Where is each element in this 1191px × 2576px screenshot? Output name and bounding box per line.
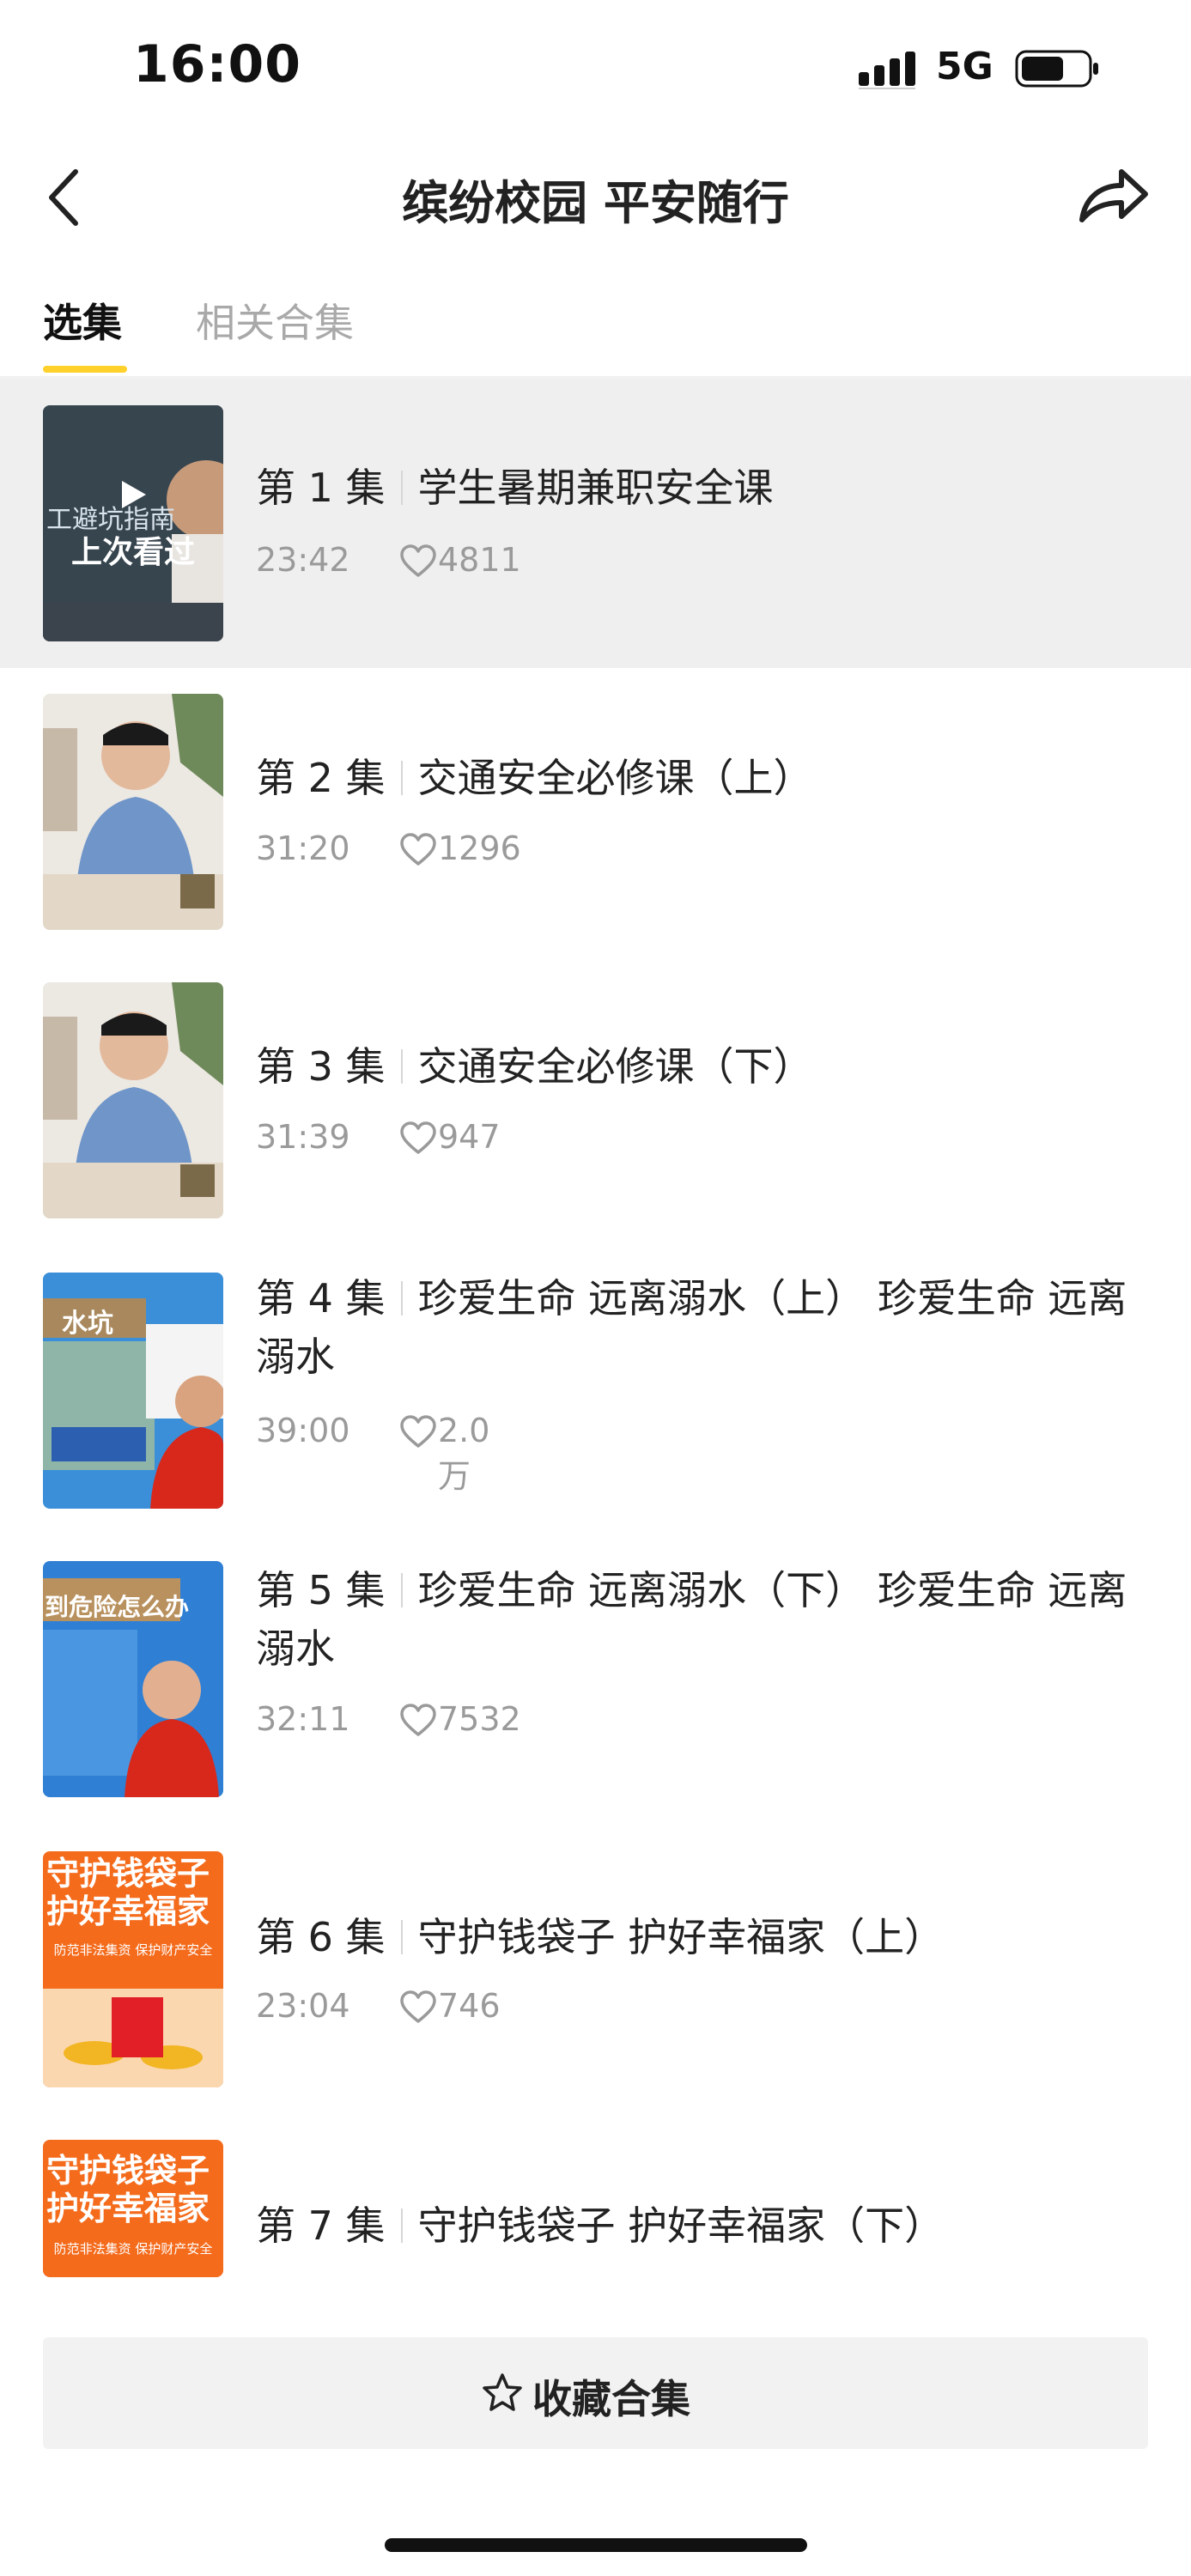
thumbnail-subcaption: 防范非法集资 保护财产安全 [53, 2241, 213, 2257]
nav-header: 缤纷校园 平安随行 [0, 146, 1191, 240]
episode-name: 学生暑期兼职安全课 [417, 465, 774, 511]
episode-number: 第 4 集 [256, 1275, 386, 1321]
separator [400, 1281, 403, 1315]
thumbnail-caption: 水坑 [62, 1309, 113, 1339]
duration: 32:11 [256, 1700, 350, 1738]
episode-number: 第 2 集 [256, 755, 386, 801]
separator [400, 1920, 403, 1954]
episode-number: 第 3 集 [256, 1043, 386, 1090]
share-icon[interactable] [1073, 161, 1151, 230]
episode-item[interactable]: 工避坑指南 上次看过 第 1 集学生暑期兼职安全课 23:42 4811 [0, 380, 1191, 668]
episode-number: 第 6 集 [256, 1914, 386, 1960]
favorite-collection-button[interactable]: 收藏合集 [43, 2337, 1148, 2449]
like-count: 746 [438, 1987, 501, 2025]
episode-number: 第 5 集 [256, 1567, 386, 1613]
episode-title: 第 6 集守护钱袋子 护好幸福家（上） [256, 1908, 1149, 1966]
tab-indicator [43, 366, 127, 373]
heart-icon[interactable] [400, 544, 436, 579]
episode-name: 交通安全必修课（下） [417, 1043, 813, 1090]
episode-item[interactable]: 第 3 集交通安全必修课（下） 31:39 947 [0, 957, 1191, 1245]
duration: 23:04 [256, 1987, 350, 2025]
like-count: 4811 [438, 541, 521, 579]
heart-icon[interactable] [400, 833, 436, 867]
tab-related-collections[interactable]: 相关合集 [196, 292, 354, 349]
status-time: 16:00 [133, 34, 301, 94]
episode-title: 第 7 集守护钱袋子 护好幸福家（下） [256, 2196, 1149, 2255]
home-indicator[interactable] [385, 2538, 807, 2552]
like-count: 2.0万 [438, 1412, 490, 1495]
episode-thumbnail: 守护钱袋子 护好幸福家 防范非法集资 保护财产安全 [43, 2140, 223, 2277]
heart-icon[interactable] [400, 1704, 436, 1738]
duration: 39:00 [256, 1412, 350, 1449]
episode-item[interactable]: 第 2 集交通安全必修课（上） 31:20 1296 [0, 668, 1191, 957]
episode-item[interactable]: 守护钱袋子 护好幸福家 防范非法集资 保护财产安全 第 7 集守护钱袋子 护好幸… [0, 2114, 1191, 2286]
episode-thumbnail: 水坑 [43, 1273, 223, 1509]
like-count: 947 [438, 1118, 501, 1156]
page-title: 缤纷校园 平安随行 [402, 176, 789, 230]
episode-thumbnail [43, 694, 223, 930]
heart-icon[interactable] [400, 1990, 436, 2025]
thumbnail-caption: 到危险怎么办 [45, 1593, 190, 1621]
episode-thumbnail [43, 982, 223, 1218]
episode-item[interactable]: 水坑 第 4 集珍爱生命 远离溺水（上） 珍爱生命 远离溺水 39:00 2.0… [0, 1245, 1191, 1537]
episode-number: 第 1 集 [256, 465, 386, 511]
episode-title: 第 4 集珍爱生命 远离溺水（上） 珍爱生命 远离溺水 [256, 1269, 1149, 1386]
episode-name: 交通安全必修课（上） [417, 755, 813, 801]
episode-name: 珍爱生命 远离溺水（下） 珍爱生命 远离溺水 [256, 1567, 1127, 1672]
thumbnail-caption: 守护钱袋子 护好幸福家 [46, 1855, 210, 1930]
heart-icon[interactable] [400, 1121, 436, 1156]
episode-thumbnail: 守护钱袋子 护好幸福家 防范非法集资 保护财产安全 [43, 1851, 223, 2087]
episode-thumbnail: 到危险怎么办 [43, 1561, 223, 1797]
separator [400, 1049, 403, 1084]
episode-thumbnail: 工避坑指南 上次看过 [43, 405, 223, 641]
separator [400, 761, 403, 795]
episode-name: 守护钱袋子 护好幸福家（上） [417, 1914, 945, 1960]
separator [400, 471, 403, 505]
favorite-label: 收藏合集 [532, 2376, 690, 2422]
episode-name: 守护钱袋子 护好幸福家（下） [417, 2202, 945, 2249]
like-count: 7532 [438, 1700, 521, 1738]
episode-number: 第 7 集 [256, 2202, 386, 2249]
episode-name: 珍爱生命 远离溺水（上） 珍爱生命 远离溺水 [256, 1275, 1127, 1380]
heart-icon[interactable] [400, 1415, 436, 1449]
star-icon [483, 2373, 522, 2411]
duration: 31:20 [256, 829, 350, 867]
battery-icon [1015, 50, 1098, 88]
status-bar: 16:00 5G [0, 0, 1191, 137]
tab-episodes[interactable]: 选集 [43, 292, 122, 349]
episode-title: 第 1 集学生暑期兼职安全课 [256, 459, 1149, 517]
separator [400, 1573, 403, 1607]
tab-bar: 选集 相关合集 [0, 283, 1191, 378]
last-watched-label: 上次看过 [70, 535, 195, 570]
signal-icon [859, 52, 915, 89]
episode-title: 第 5 集珍爱生命 远离溺水（下） 珍爱生命 远离溺水 [256, 1561, 1149, 1678]
episode-title: 第 3 集交通安全必修课（下） [256, 1037, 1149, 1096]
like-count: 1296 [438, 829, 521, 867]
thumbnail-subcaption: 防范非法集资 保护财产安全 [53, 1942, 213, 1958]
episode-item[interactable]: 守护钱袋子 护好幸福家 防范非法集资 保护财产安全 第 6 集守护钱袋子 护好幸… [0, 1826, 1191, 2114]
network-type: 5G [936, 45, 994, 88]
duration: 23:42 [256, 541, 350, 579]
thumbnail-caption: 守护钱袋子 护好幸福家 [46, 2152, 210, 2227]
separator [400, 2208, 403, 2243]
episode-title: 第 2 集交通安全必修课（上） [256, 749, 1149, 807]
episode-item[interactable]: 到危险怎么办 第 5 集珍爱生命 远离溺水（下） 珍爱生命 远离溺水 32:11… [0, 1537, 1191, 1826]
duration: 31:39 [256, 1118, 350, 1156]
